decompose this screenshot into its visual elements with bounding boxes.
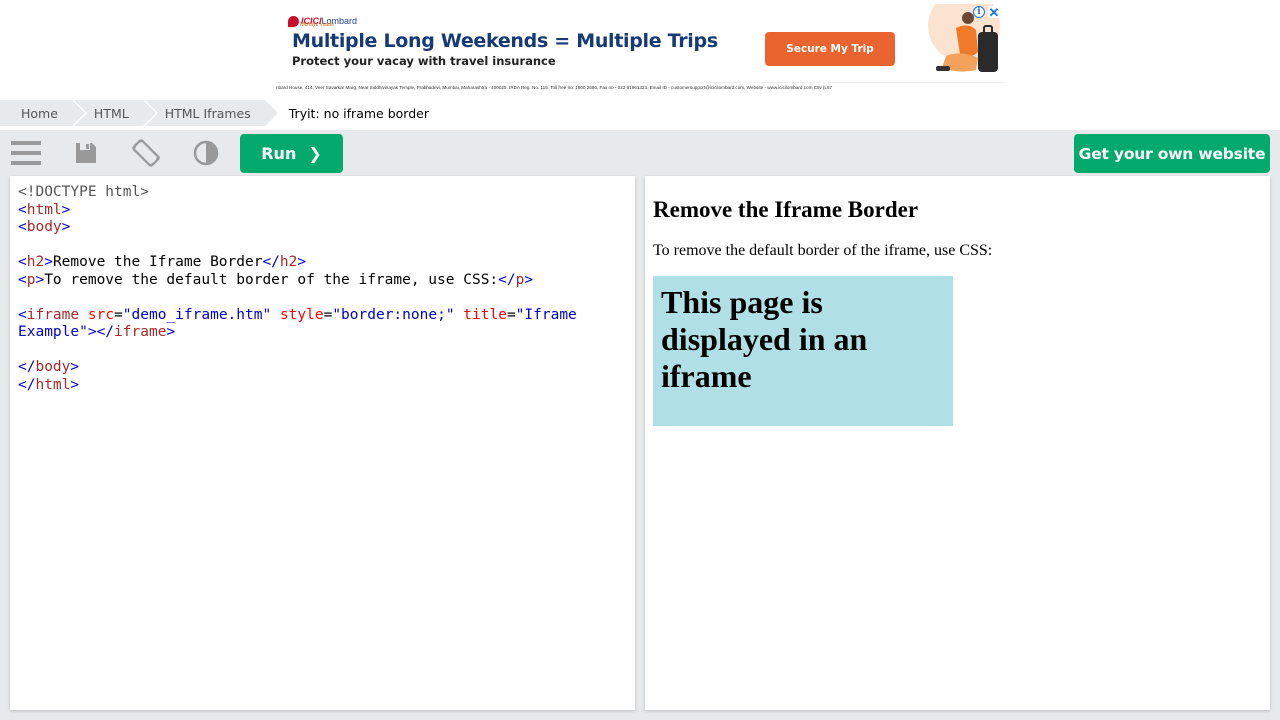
ad-legal-footer: nbard House, 414, Veer Savarkar Marg, Ne… bbox=[276, 82, 1004, 94]
breadcrumb-current-page: Tryit: no iframe border bbox=[288, 105, 429, 121]
chevron-right-icon: ❯ bbox=[308, 144, 322, 163]
breadcrumb: Home HTML HTML Iframes Tryit: no iframe … bbox=[0, 100, 429, 126]
editor-toolbar: Run ❯ Get your own website bbox=[0, 130, 1280, 176]
code-line: <iframe src="demo_iframe.htm" style="bor… bbox=[18, 306, 577, 323]
advertisement-banner[interactable]: ICICILombard Nibhaye Vaade Multiple Long… bbox=[276, 4, 1004, 94]
ad-subheadline: Protect your vacay with travel insurance bbox=[292, 54, 556, 68]
ad-info-icon[interactable]: i bbox=[973, 6, 985, 18]
breadcrumb-item-html-iframes[interactable]: HTML Iframes bbox=[144, 100, 278, 126]
code-line: <html> bbox=[18, 201, 71, 218]
result-paragraph: To remove the default border of the ifra… bbox=[653, 242, 993, 259]
theme-contrast-icon[interactable] bbox=[190, 137, 222, 169]
iframe-heading: This page is displayed in an iframe bbox=[661, 284, 868, 394]
run-button[interactable]: Run ❯ bbox=[240, 134, 343, 173]
menu-icon[interactable] bbox=[10, 137, 42, 169]
code-line: <h2>Remove the Iframe Border</h2> bbox=[18, 254, 307, 270]
code-line: </html> bbox=[18, 376, 80, 393]
code-editor[interactable]: <!DOCTYPE html> <html> <body> <h2>Remove t… bbox=[18, 184, 627, 394]
code-line: </body> bbox=[18, 359, 80, 375]
code-line: Example"></iframe> bbox=[18, 324, 176, 340]
ad-tagline: Nibhaye Vaade bbox=[300, 22, 335, 28]
code-line: <body> bbox=[18, 219, 71, 235]
result-document: Remove the Iframe Border To remove the d… bbox=[653, 176, 1262, 426]
code-line: <p>To remove the default border of the i… bbox=[18, 271, 534, 288]
get-your-own-website-button[interactable]: Get your own website bbox=[1074, 134, 1270, 173]
ad-brand-mark-icon bbox=[288, 15, 299, 27]
code-editor-pane[interactable]: <!DOCTYPE html> <html> <body> <h2>Remove t… bbox=[10, 176, 635, 710]
save-icon[interactable] bbox=[70, 137, 102, 169]
code-line: <!DOCTYPE html> bbox=[18, 184, 149, 200]
ad-cta-button[interactable]: Secure My Trip bbox=[765, 32, 895, 66]
result-pane: Remove the Iframe Border To remove the d… bbox=[645, 176, 1270, 710]
borderless-iframe: This page is displayed in an iframe bbox=[653, 276, 953, 426]
ad-close-icon[interactable]: ✕ bbox=[988, 6, 1000, 19]
run-button-label: Run bbox=[261, 144, 297, 163]
result-heading: Remove the Iframe Border bbox=[653, 197, 919, 222]
ad-headline: Multiple Long Weekends = Multiple Trips bbox=[292, 30, 718, 52]
breadcrumb-item-home[interactable]: Home bbox=[0, 100, 85, 126]
workspace: <!DOCTYPE html> <html> <body> <h2>Remove t… bbox=[0, 176, 1280, 720]
rotate-layout-icon[interactable] bbox=[130, 137, 162, 169]
